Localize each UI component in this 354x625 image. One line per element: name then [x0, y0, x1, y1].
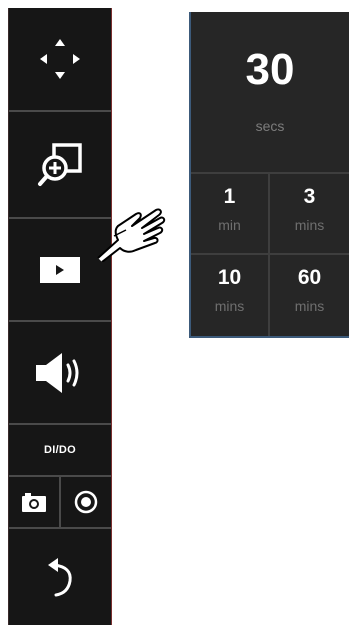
option-value: 3 — [303, 185, 316, 208]
option-value: 1 — [223, 185, 236, 208]
control-toolbar: DI/DO — [8, 8, 112, 625]
record-icon — [74, 490, 98, 514]
zoom-in-icon — [38, 142, 82, 186]
pan-button[interactable] — [9, 8, 111, 112]
option-value: 60 — [297, 266, 322, 289]
snapshot-record-row — [9, 477, 111, 529]
camera-icon — [22, 493, 46, 512]
snapshot-button[interactable] — [9, 477, 61, 527]
play-icon — [40, 256, 80, 283]
option-unit: mins — [294, 217, 325, 233]
move-arrows-icon — [40, 39, 80, 79]
current-duration-unit: secs — [255, 118, 285, 134]
option-value: 10 — [217, 266, 242, 289]
duration-options: 1 min 3 mins 10 mins 60 mins — [191, 172, 349, 336]
pointing-hand-icon — [97, 208, 166, 262]
option-unit: mins — [214, 298, 245, 314]
option-unit: mins — [294, 298, 325, 314]
duration-option-1min[interactable]: 1 min — [191, 174, 270, 255]
return-arrow-icon — [48, 558, 72, 597]
speaker-icon — [36, 352, 79, 393]
option-unit: min — [218, 217, 241, 233]
duration-option-60mins[interactable]: 60 mins — [270, 255, 349, 336]
back-button[interactable] — [9, 529, 111, 625]
dido-label: DI/DO — [43, 444, 77, 456]
duration-option-3mins[interactable]: 3 mins — [270, 174, 349, 255]
duration-panel: 30 secs 1 min 3 mins 10 mins 60 mins — [189, 12, 349, 338]
record-button[interactable] — [61, 477, 111, 527]
current-duration-value: 30 — [245, 45, 295, 94]
dido-button[interactable]: DI/DO — [9, 425, 111, 477]
current-duration: 30 secs — [191, 12, 349, 172]
audio-button[interactable] — [9, 322, 111, 425]
duration-option-10mins[interactable]: 10 mins — [191, 255, 270, 336]
